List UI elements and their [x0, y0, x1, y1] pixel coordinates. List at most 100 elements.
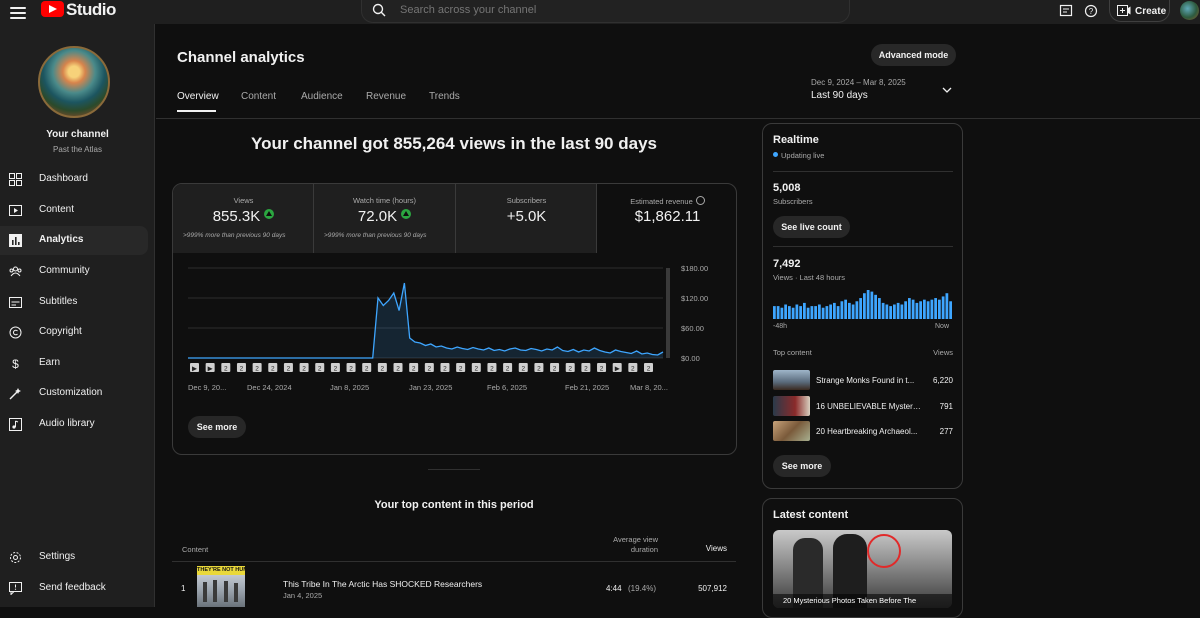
search-icon — [372, 3, 386, 17]
realtime-bar — [908, 298, 911, 319]
account-avatar[interactable] — [1180, 1, 1199, 20]
thumbnail-figure — [234, 583, 238, 602]
metric-tab-subscribers[interactable]: Subscribers +5.0K — [456, 184, 597, 253]
sidebar-item-audio-library[interactable]: Audio library — [0, 410, 148, 439]
realtime-content-row[interactable]: Strange Monks Found in t... 6,220 — [773, 370, 953, 390]
y-tick-label: $0.00 — [681, 354, 700, 363]
channel-avatar[interactable] — [38, 46, 110, 118]
tab-overview[interactable]: Overview — [177, 91, 219, 102]
advanced-mode-button[interactable]: Advanced mode — [871, 44, 956, 66]
realtime-bar — [795, 304, 799, 319]
chart-event-marker-glyph: 2 — [553, 366, 557, 373]
copyright-icon — [9, 326, 22, 339]
latest-video-title: 20 Mysterious Photos Taken Before The — [773, 594, 952, 608]
community-icon — [9, 266, 22, 277]
metric-note: >999% more than previous 90 days — [183, 232, 286, 239]
realtime-content-row[interactable]: 16 UNBELIEVABLE Mysteri... 791 — [773, 396, 953, 416]
overview-chart-card: Views 855.3K >999% more than previous 90… — [172, 183, 737, 455]
create-button[interactable]: Create — [1109, 0, 1170, 22]
realtime-bar — [844, 299, 847, 319]
revenue-chart[interactable]: $180.00$120.00$60.00$0.00▶ ▶ 2 2 2 2 2 2 2 2 2 2 2 2 2… — [173, 254, 736, 404]
realtime-bar — [926, 301, 930, 319]
realtime-card: Realtime Updating live 5,008 Subscribers… — [762, 123, 963, 489]
realtime-views-bar-chart[interactable] — [773, 290, 953, 319]
sidebar-item-earn[interactable]: $ Earn — [0, 349, 148, 378]
realtime-bar — [923, 299, 926, 319]
live-dot-icon — [773, 152, 778, 157]
tab-audience[interactable]: Audience — [301, 91, 343, 102]
search-input[interactable] — [398, 3, 822, 17]
realtime-views-value: 7,492 — [773, 258, 801, 270]
tab-content[interactable]: Content — [241, 91, 276, 102]
dashboard-icon — [9, 173, 22, 186]
sidebar-item-copyright[interactable]: Copyright — [0, 318, 148, 347]
tab-revenue[interactable]: Revenue — [366, 91, 406, 102]
help-icon[interactable]: ? — [1084, 4, 1098, 18]
feedback-icon — [9, 582, 22, 595]
tab-trends[interactable]: Trends — [429, 91, 460, 102]
chart-event-marker-glyph: 2 — [537, 366, 541, 373]
sidebar-item-send-feedback[interactable]: Send feedback — [0, 574, 148, 603]
feedback-box-icon[interactable] — [1059, 4, 1073, 18]
sidebar-item-content[interactable]: Content — [0, 196, 148, 225]
realtime-bar — [889, 306, 892, 319]
sidebar-item-label: Settings — [39, 551, 76, 562]
sidebar-item-analytics[interactable]: Analytics — [0, 226, 148, 255]
x-tick-label: Mar 8, 20... — [630, 383, 668, 392]
latest-video-thumbnail[interactable]: 20 Mysterious Photos Taken Before The — [773, 530, 952, 608]
row-title[interactable]: This Tribe In The Arctic Has SHOCKED Res… — [283, 579, 482, 589]
search-bar[interactable] — [361, 0, 850, 23]
see-more-button[interactable]: See more — [188, 416, 246, 438]
earn-icon: $ — [12, 357, 19, 370]
sidebar-item-label: Audio library — [39, 418, 95, 429]
sidebar-item-dashboard[interactable]: Dashboard — [0, 165, 148, 194]
chart-event-marker-glyph: 2 — [287, 366, 291, 373]
video-thumbnail[interactable]: THEY'RE NOT HUMAN — [197, 566, 245, 607]
realtime-bar — [818, 304, 821, 319]
date-range-text[interactable]: Dec 9, 2024 – Mar 8, 2025 — [811, 78, 906, 87]
metric-tab-views[interactable]: Views 855.3K >999% more than previous 90… — [173, 184, 314, 253]
y-tick-label: $60.00 — [681, 324, 704, 333]
chart-event-marker-glyph: 2 — [396, 366, 400, 373]
date-range-label[interactable]: Last 90 days — [811, 90, 868, 101]
realtime-see-more-button[interactable]: See more — [773, 455, 831, 477]
chart-event-marker-glyph: 2 — [240, 366, 244, 373]
x-tick-label: Dec 24, 2024 — [247, 383, 292, 392]
realtime-bar — [896, 302, 900, 319]
metric-value-container: 855.3K — [173, 208, 314, 225]
channel-title: Your channel — [46, 129, 109, 140]
sidebar-item-community[interactable]: Community — [0, 257, 148, 286]
metric-tab-revenue[interactable]: Estimated revenue $1,862.11 — [597, 184, 736, 253]
realtime-bar — [945, 293, 949, 319]
chart-event-marker-glyph: 2 — [443, 366, 447, 373]
menu-icon[interactable] — [10, 4, 26, 22]
see-live-count-button[interactable]: See live count — [773, 216, 850, 238]
realtime-subscribers-label: Subscribers — [773, 197, 813, 206]
realtime-bar — [938, 299, 941, 319]
youtube-logo-icon[interactable] — [41, 1, 64, 17]
realtime-bar — [791, 307, 795, 319]
sidebar-item-label: Earn — [39, 357, 61, 368]
clock-icon — [695, 196, 705, 205]
sidebar-item-subtitles[interactable]: Subtitles — [0, 288, 148, 317]
sidebar-item-settings[interactable]: Settings — [0, 543, 148, 572]
metric-tab-watch-time[interactable]: Watch time (hours) 72.0K >999% more than… — [314, 184, 455, 253]
realtime-bar — [799, 306, 802, 319]
sidebar-item-customization[interactable]: Customization — [0, 379, 148, 408]
top-content-title: Your top content in this period — [374, 499, 534, 511]
sidebar-item-label: Customization — [39, 387, 103, 398]
table-row[interactable]: 1 THEY'RE NOT HUMAN This Tribe In The Ar… — [172, 562, 736, 607]
realtime-bar — [810, 306, 814, 319]
y-tick-label: $180.00 — [681, 264, 708, 273]
realtime-bar — [825, 306, 829, 319]
x-tick-label: Dec 9, 20... — [188, 383, 226, 392]
realtime-bar — [930, 299, 934, 319]
studio-logo-text[interactable]: Studio — [66, 0, 116, 20]
audio-library-icon — [9, 418, 22, 431]
realtime-content-row[interactable]: 20 Heartbreaking Archaeol... 277 — [773, 421, 953, 441]
chart-event-marker-glyph: 2 — [631, 366, 635, 373]
chevron-down-icon[interactable] — [942, 86, 952, 94]
divider — [773, 246, 953, 247]
realtime-axis-left: -48h — [773, 323, 788, 330]
row-title: 20 Heartbreaking Archaeol... — [816, 427, 918, 436]
